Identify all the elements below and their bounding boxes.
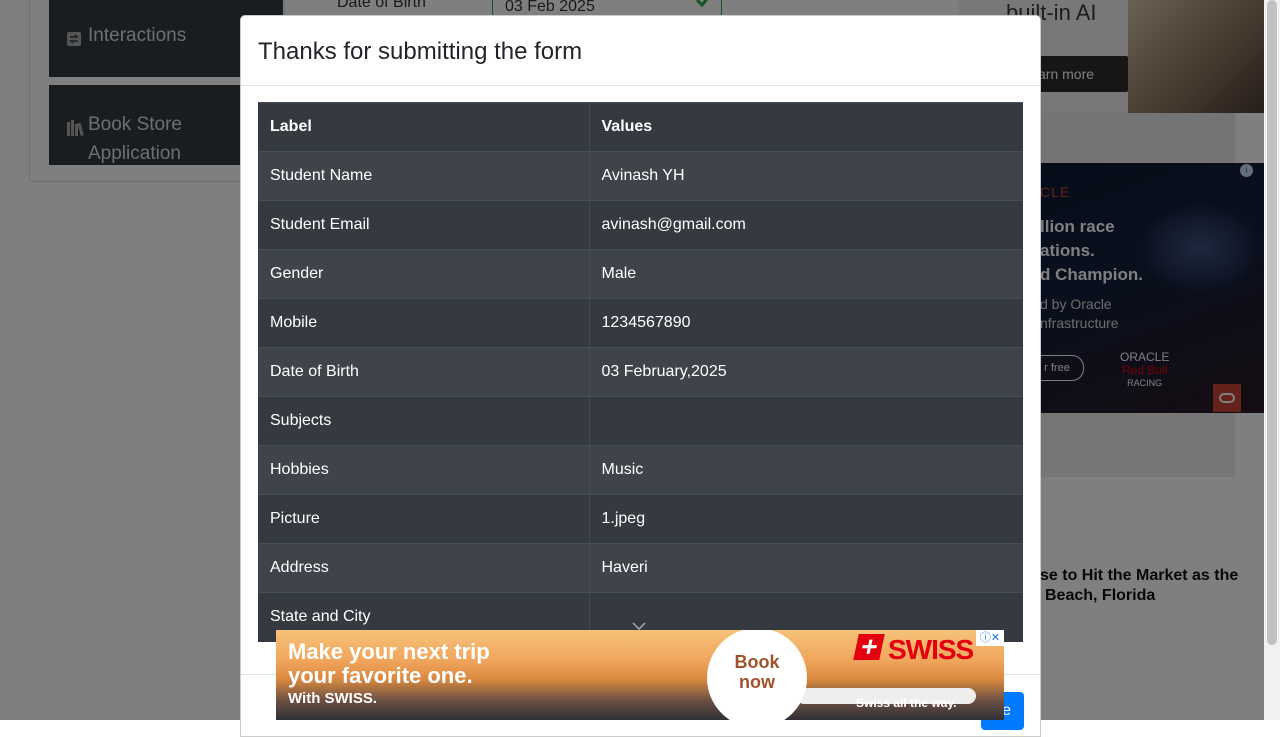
book-now-button[interactable]: Book now — [707, 630, 807, 720]
swiss-ad-banner[interactable]: Make your next trip your favorite one. W… — [276, 630, 1004, 720]
headline-line: your favorite one. — [288, 663, 473, 688]
book-line: now — [739, 672, 775, 692]
row-value: 1.jpeg — [589, 494, 1023, 544]
row-value: Male — [589, 249, 1023, 299]
table-row: Gender Male — [258, 249, 1023, 299]
table-row: Subjects — [258, 396, 1023, 446]
divider — [241, 85, 1040, 86]
page-scrollbar[interactable] — [1264, 0, 1280, 720]
row-label: Address — [258, 543, 590, 593]
row-label: Gender — [258, 249, 590, 299]
book-line: Book — [734, 652, 780, 672]
submission-modal: Thanks for submitting the form Label Val… — [240, 15, 1041, 737]
row-label: Student Name — [258, 151, 590, 201]
swiss-ad-headline: Make your next trip your favorite one. — [288, 640, 490, 688]
results-table: Label Values Student Name Avinash YH Stu… — [258, 102, 1023, 642]
row-label: Hobbies — [258, 445, 590, 495]
table-row: Student Email avinash@gmail.com — [258, 200, 1023, 250]
column-header-label: Label — [258, 102, 590, 152]
table-header-row: Label Values — [258, 102, 1023, 152]
headline-line: Make your next trip — [288, 639, 490, 664]
row-value: 03 February,2025 — [589, 347, 1023, 397]
scrollbar-thumb[interactable] — [1267, 0, 1277, 645]
table-row: Mobile 1234567890 — [258, 298, 1023, 348]
modal-title: Thanks for submitting the form — [258, 38, 583, 65]
row-label: Subjects — [258, 396, 590, 446]
row-label: Student Email — [258, 200, 590, 250]
swiss-tagline: Swiss all the way. — [856, 696, 957, 710]
row-label: Mobile — [258, 298, 590, 348]
row-value: Haveri — [589, 543, 1023, 593]
ad-close-icon[interactable]: ⓘ✕ — [976, 630, 1004, 646]
table-row: Address Haveri — [258, 543, 1023, 593]
row-value: Music — [589, 445, 1023, 495]
swiss-ad-sub: With SWISS. — [288, 690, 378, 707]
row-value — [589, 396, 1023, 446]
row-value: avinash@gmail.com — [589, 200, 1023, 250]
table-row: Hobbies Music — [258, 445, 1023, 495]
column-header-values: Values — [589, 102, 1023, 152]
table-row: Date of Birth 03 February,2025 — [258, 347, 1023, 397]
swiss-brand-text: SWISS — [888, 634, 974, 665]
row-value: 1234567890 — [589, 298, 1023, 348]
table-row: Student Name Avinash YH — [258, 151, 1023, 201]
swiss-logo: + SWISS — [853, 631, 974, 666]
swiss-cross-icon: + — [853, 631, 885, 662]
row-label: Picture — [258, 494, 590, 544]
row-label: Date of Birth — [258, 347, 590, 397]
chevron-down-icon — [631, 622, 646, 630]
row-value: Avinash YH — [589, 151, 1023, 201]
table-row: Picture 1.jpeg — [258, 494, 1023, 544]
